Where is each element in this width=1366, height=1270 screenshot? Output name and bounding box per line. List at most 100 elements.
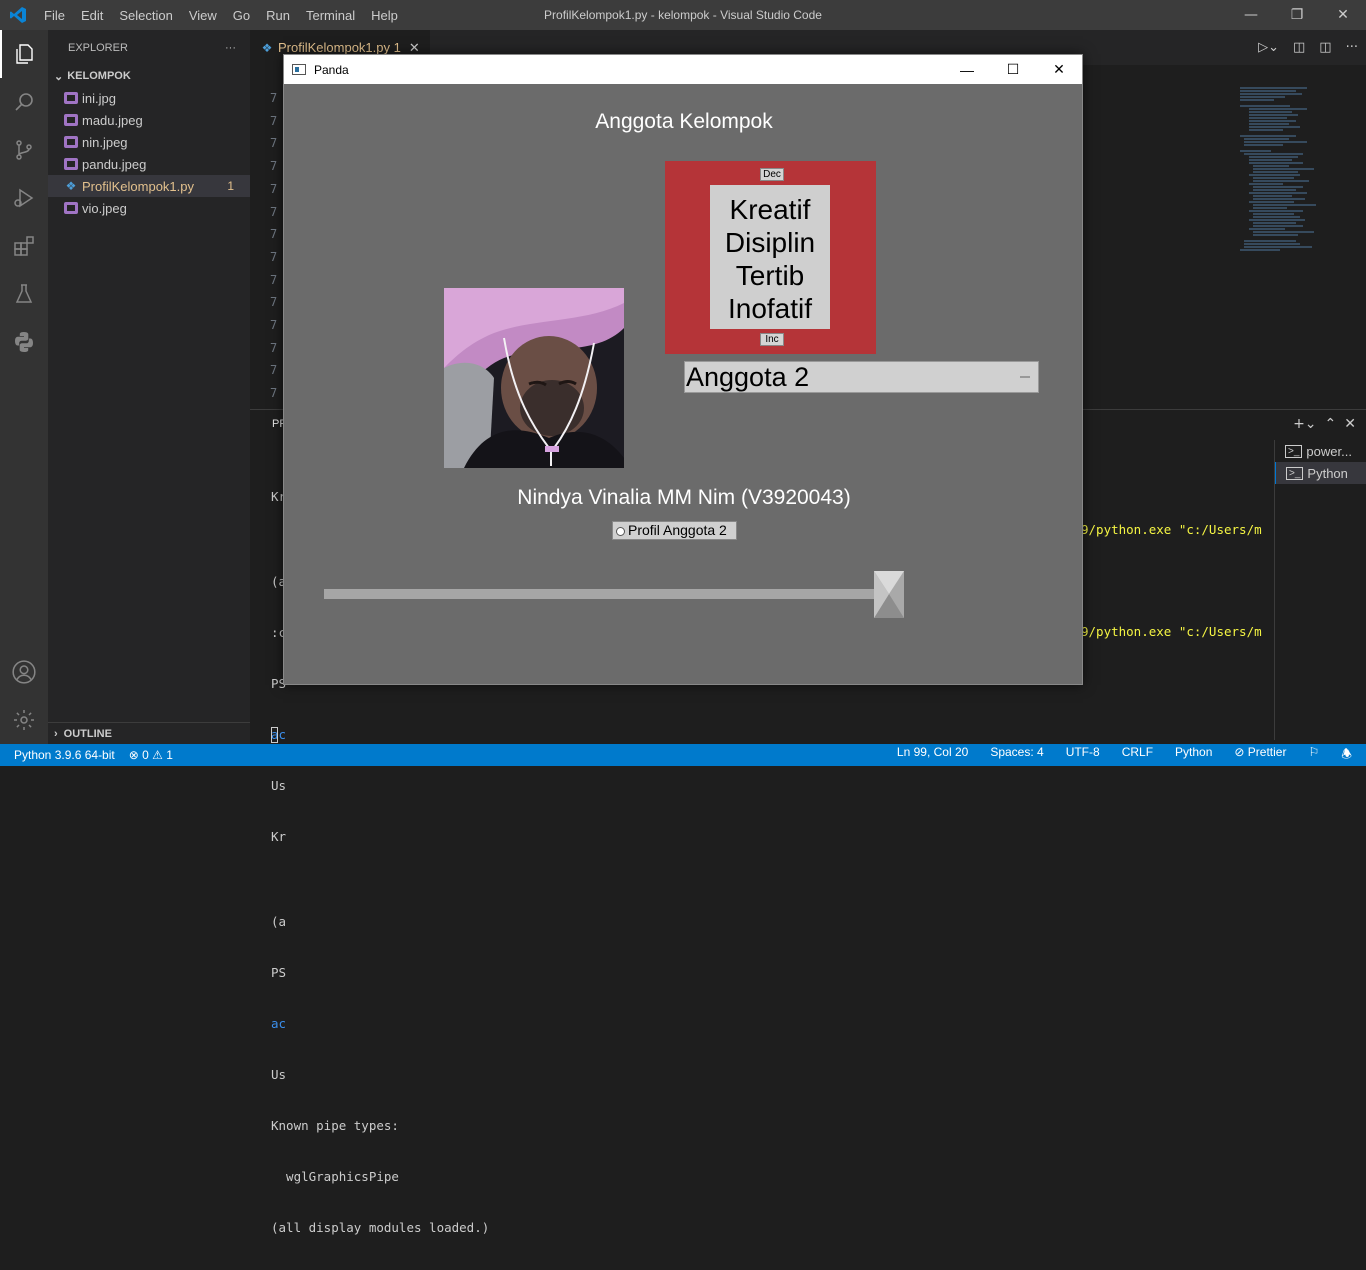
menu-file[interactable]: File: [36, 8, 73, 23]
menu-help[interactable]: Help: [363, 8, 406, 23]
radio-label: Profil Anggota 2: [628, 522, 727, 538]
terminal-line: Us: [271, 778, 287, 793]
file-label: pandu.jpeg: [82, 156, 147, 172]
testing-icon[interactable]: [0, 270, 48, 318]
explorer-icon[interactable]: [0, 30, 48, 78]
maximize-panel-icon[interactable]: ⌃: [1325, 416, 1337, 432]
feedback-icon[interactable]: ⚐: [1308, 745, 1319, 766]
close-icon[interactable]: ✕: [1320, 0, 1366, 30]
problems-indicator[interactable]: ⊗ 0 ⚠ 1: [129, 748, 173, 762]
new-terminal-icon[interactable]: +⌄: [1293, 416, 1316, 432]
terminal-line: (all display modules loaded.): [271, 1220, 490, 1235]
member-photo: [444, 288, 624, 468]
close-icon[interactable]: ✕: [1036, 55, 1082, 84]
terminal-line: (a: [271, 914, 287, 929]
slider-track[interactable]: [324, 589, 899, 599]
title-bar: File Edit Selection View Go Run Terminal…: [0, 0, 1366, 30]
file-label: ProfilKelompok1.py: [82, 178, 194, 194]
python-file-icon: ❖: [261, 40, 273, 55]
warning-count: 1: [166, 748, 173, 762]
panda-scene: Anggota Kelompok Dec Kreatif Disiplin Te…: [284, 84, 1082, 684]
terminal-icon: >_: [1286, 466, 1304, 480]
motto-line: Disiplin: [724, 227, 816, 258]
folder-label: KELOMPOK: [67, 70, 131, 82]
more-actions-icon[interactable]: ···: [225, 42, 236, 54]
inc-button[interactable]: Inc: [760, 333, 784, 346]
open-preview-icon[interactable]: ◫: [1293, 40, 1305, 55]
slider-thumb[interactable]: [874, 571, 904, 618]
file-vio-jpeg[interactable]: vio.jpeg: [48, 197, 250, 219]
menu-view[interactable]: View: [181, 8, 225, 23]
prettier-status[interactable]: ⊘ Prettier: [1234, 745, 1286, 766]
motto-line: Kreatif: [729, 194, 811, 225]
split-editor-icon[interactable]: ◫: [1319, 40, 1331, 55]
image-file-icon: [64, 114, 78, 126]
terminal-command-fragment: 9/python.exe "c:/Users/m: [1081, 522, 1262, 537]
python-icon[interactable]: [0, 318, 48, 366]
outline-section[interactable]: › OUTLINE: [48, 722, 250, 744]
motto-line: Inofatif: [727, 293, 813, 324]
file-label: madu.jpeg: [82, 112, 143, 128]
member-entry[interactable]: Anggota 2: [684, 361, 1039, 393]
file-madu-jpeg[interactable]: madu.jpeg: [48, 109, 250, 131]
file-profilkelompok1-py[interactable]: ❖ ProfilKelompok1.py 1: [48, 175, 250, 197]
minimap[interactable]: [1240, 87, 1352, 347]
python-file-icon: ❖: [65, 179, 77, 193]
file-label: ini.jpg: [82, 90, 116, 106]
extensions-icon[interactable]: [0, 222, 48, 270]
python-interpreter[interactable]: Python 3.9.6 64-bit: [14, 748, 115, 762]
terminal-item-label: Python: [1307, 465, 1348, 481]
tab-label: ProfilKelompok1.py 1: [278, 40, 401, 55]
terminal-line: Us: [271, 1067, 287, 1082]
dec-button[interactable]: Dec: [760, 168, 784, 181]
terminal-item-python[interactable]: >_ Python: [1275, 462, 1366, 484]
terminal-list: >_ power... >_ Python: [1274, 440, 1366, 740]
motto-frame: Dec Kreatif Disiplin Tertib Inofatif Inc: [665, 161, 876, 354]
end-of-line[interactable]: CRLF: [1122, 745, 1153, 766]
encoding[interactable]: UTF-8: [1066, 745, 1100, 766]
minimize-icon[interactable]: —: [1228, 0, 1274, 30]
close-panel-icon[interactable]: ✕: [1344, 416, 1356, 432]
formatter-label: Prettier: [1247, 744, 1287, 759]
file-nin-jpeg[interactable]: nin.jpeg: [48, 131, 250, 153]
menu-run[interactable]: Run: [258, 8, 298, 23]
explorer-header: EXPLORER ···: [48, 30, 250, 65]
language-mode[interactable]: Python: [1175, 745, 1212, 766]
image-file-icon: [64, 202, 78, 214]
restore-icon[interactable]: ❐: [1274, 0, 1320, 30]
menu-edit[interactable]: Edit: [73, 8, 111, 23]
menu-terminal[interactable]: Terminal: [298, 8, 363, 23]
folder-kelompok[interactable]: ⌄ KELOMPOK: [48, 65, 250, 87]
file-label: nin.jpeg: [82, 134, 128, 150]
cursor-position[interactable]: Ln 99, Col 20: [897, 745, 968, 766]
menu-go[interactable]: Go: [225, 8, 258, 23]
terminal-line: wglGraphicsPipe: [271, 1169, 399, 1184]
error-icon: ⊗: [128, 748, 139, 762]
menu-selection[interactable]: Selection: [111, 8, 180, 23]
run-debug-icon[interactable]: [0, 174, 48, 222]
account-icon[interactable]: [0, 648, 48, 696]
panda-window-title: Panda: [314, 62, 349, 77]
panda-app-icon: [292, 64, 306, 75]
terminal-line: ac: [271, 727, 287, 742]
more-actions-icon[interactable]: ···: [1346, 40, 1358, 55]
search-icon[interactable]: [0, 78, 48, 126]
source-control-icon[interactable]: [0, 126, 48, 174]
minimize-icon[interactable]: —: [944, 55, 990, 84]
terminal-command-fragment: 9/python.exe "c:/Users/m: [1081, 624, 1262, 639]
file-pandu-jpeg[interactable]: pandu.jpeg: [48, 153, 250, 175]
panda-title-bar: Panda — ☐ ✕: [284, 55, 1082, 84]
terminal-item-powershell[interactable]: >_ power...: [1275, 440, 1366, 462]
notifications-icon[interactable]: 🕭: [1341, 745, 1352, 766]
maximize-icon[interactable]: ☐: [990, 55, 1036, 84]
file-label: vio.jpeg: [82, 200, 127, 216]
terminal-line: ac: [271, 1016, 287, 1031]
outline-label: OUTLINE: [63, 727, 112, 740]
file-ini-jpg[interactable]: ini.jpg: [48, 87, 250, 109]
member-caption: Nindya Vinalia MM Nim (V3920043): [517, 486, 851, 509]
run-file-icon[interactable]: ▷⌄: [1258, 40, 1279, 55]
terminal-icon: >_: [1285, 444, 1303, 458]
indentation[interactable]: Spaces: 4: [990, 745, 1043, 766]
profil-radio-button[interactable]: Profil Anggota 2: [612, 521, 737, 540]
settings-gear-icon[interactable]: [0, 696, 48, 744]
